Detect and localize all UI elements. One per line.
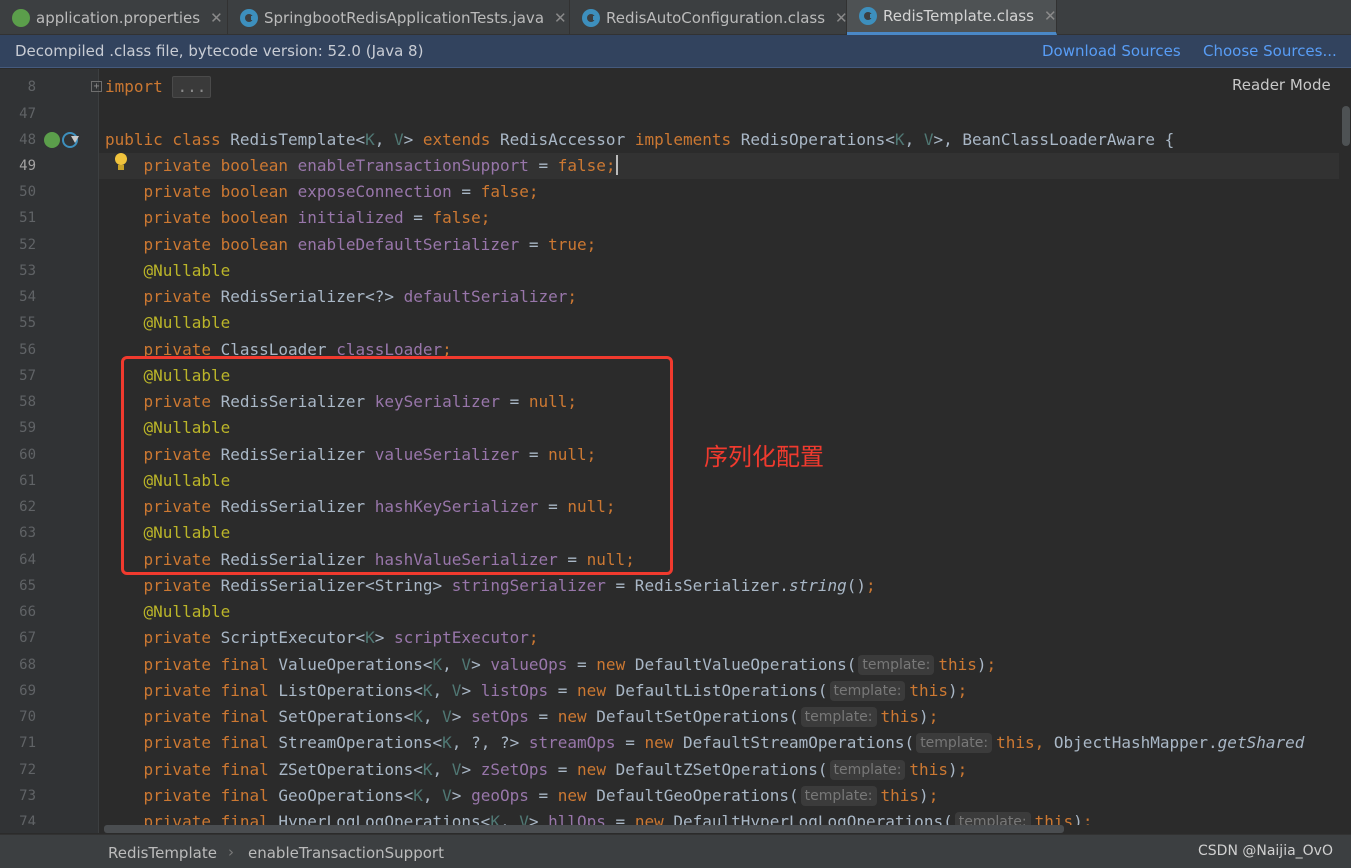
- line-number: 65: [19, 578, 36, 594]
- breadcrumb-separator: ›: [228, 843, 234, 861]
- line-number: 58: [19, 394, 36, 410]
- close-icon[interactable]: ✕: [210, 9, 223, 27]
- editor-tab-bar: application.properties ✕ SpringbootRedis…: [0, 0, 1351, 35]
- code-line: 53 @Nullable: [0, 258, 1340, 284]
- decompiled-banner: Decompiled .class file, bytecode version…: [0, 35, 1351, 68]
- line-number: 61: [19, 473, 36, 489]
- line-number: 63: [19, 525, 36, 541]
- line-number: 55: [19, 315, 36, 331]
- tab-application-properties[interactable]: application.properties ✕: [0, 0, 228, 35]
- line-number: 68: [19, 657, 36, 673]
- line-number: 67: [19, 630, 36, 646]
- banner-text: Decompiled .class file, bytecode version…: [15, 42, 424, 60]
- download-sources-link[interactable]: Download Sources: [1042, 42, 1181, 60]
- breadcrumb-member[interactable]: enableTransactionSupport: [248, 844, 444, 862]
- line-number: 53: [19, 263, 36, 279]
- line-number: 47: [19, 106, 36, 122]
- tab-label: SpringbootRedisApplicationTests.java: [264, 8, 545, 27]
- line-number: 66: [19, 604, 36, 620]
- code-line: 67 private ScriptExecutor<K> scriptExecu…: [0, 625, 1340, 651]
- line-number: 64: [19, 552, 36, 568]
- line-number: 69: [19, 683, 36, 699]
- code-line: 54 private RedisSerializer<?> defaultSer…: [0, 284, 1340, 310]
- line-number: 49: [19, 158, 36, 174]
- line-number: 56: [19, 342, 36, 358]
- code-line: 66 @Nullable: [0, 599, 1340, 625]
- code-line: 65 private RedisSerializer<String> strin…: [0, 573, 1340, 599]
- code-line: 73 private final GeoOperations<K, V> geo…: [0, 783, 1340, 809]
- text-cursor: [615, 155, 618, 175]
- tab-redis-auto-configuration[interactable]: RedisAutoConfiguration.class ✕: [570, 0, 848, 35]
- fold-placeholder[interactable]: ...: [172, 76, 212, 98]
- tab-redis-template[interactable]: RedisTemplate.class ✕: [847, 0, 1057, 35]
- code-line: 47: [0, 101, 1340, 127]
- code-line: 48 public class RedisTemplate<K, V> exten…: [0, 127, 1340, 153]
- code-line: 70 private final SetOperations<K, V> set…: [0, 704, 1340, 730]
- code-line: 50 private boolean exposeConnection = fa…: [0, 179, 1340, 205]
- breadcrumb-bar: RedisTemplate › enableTransactionSupport…: [0, 834, 1351, 868]
- code-line: 52 private boolean enableDefaultSerializ…: [0, 232, 1340, 258]
- class-icon: [859, 7, 877, 25]
- code-line: 71 private final StreamOperations<K, ?, …: [0, 730, 1340, 756]
- code-line: 8 import ...: [0, 74, 1340, 100]
- tab-label: application.properties: [36, 8, 201, 27]
- close-icon[interactable]: ✕: [1044, 7, 1057, 25]
- code-line: 72 private final ZSetOperations<K, V> zS…: [0, 757, 1340, 783]
- line-number: 57: [19, 368, 36, 384]
- tab-label: RedisAutoConfiguration.class: [606, 8, 826, 27]
- line-number: 70: [19, 709, 36, 725]
- code-line: 69 private final ListOperations<K, V> li…: [0, 678, 1340, 704]
- line-number: 71: [19, 735, 36, 751]
- line-number: 72: [19, 762, 36, 778]
- line-number: 50: [19, 184, 36, 200]
- vertical-scrollbar[interactable]: [1342, 106, 1350, 146]
- close-icon[interactable]: ✕: [835, 9, 848, 27]
- line-number: 51: [19, 210, 36, 226]
- line-number: 62: [19, 499, 36, 515]
- line-number: 74: [19, 814, 36, 825]
- line-number: 59: [19, 420, 36, 436]
- line-number: 48: [19, 132, 36, 148]
- watermark: CSDN @Naijia_OvO: [1198, 843, 1333, 859]
- code-line: 74 private final HyperLogLogOperations<K…: [0, 809, 1340, 825]
- line-number: 60: [19, 447, 36, 463]
- code-line: 51 private boolean initialized = false;: [0, 205, 1340, 231]
- close-icon[interactable]: ✕: [554, 9, 567, 27]
- line-number: 54: [19, 289, 36, 305]
- tab-springboot-redis-application-tests[interactable]: SpringbootRedisApplicationTests.java ✕: [228, 0, 570, 35]
- line-number: 73: [19, 788, 36, 804]
- breadcrumb-class[interactable]: RedisTemplate: [108, 844, 217, 862]
- code-line: 49 private boolean enableTransactionSupp…: [0, 153, 1340, 179]
- horizontal-scrollbar[interactable]: [104, 825, 1064, 833]
- line-number: 52: [19, 237, 36, 253]
- highlight-label: 序列化配置: [704, 443, 824, 471]
- highlight-box: [121, 356, 673, 575]
- choose-sources-link[interactable]: Choose Sources...: [1203, 42, 1337, 60]
- line-number: 8: [27, 79, 36, 95]
- tab-label: RedisTemplate.class: [883, 7, 1034, 25]
- class-icon: [582, 8, 600, 27]
- class-icon: [240, 8, 258, 27]
- spring-properties-icon: [12, 8, 30, 27]
- code-line: 55 @Nullable: [0, 310, 1340, 336]
- code-line: 68 private final ValueOperations<K, V> v…: [0, 652, 1340, 678]
